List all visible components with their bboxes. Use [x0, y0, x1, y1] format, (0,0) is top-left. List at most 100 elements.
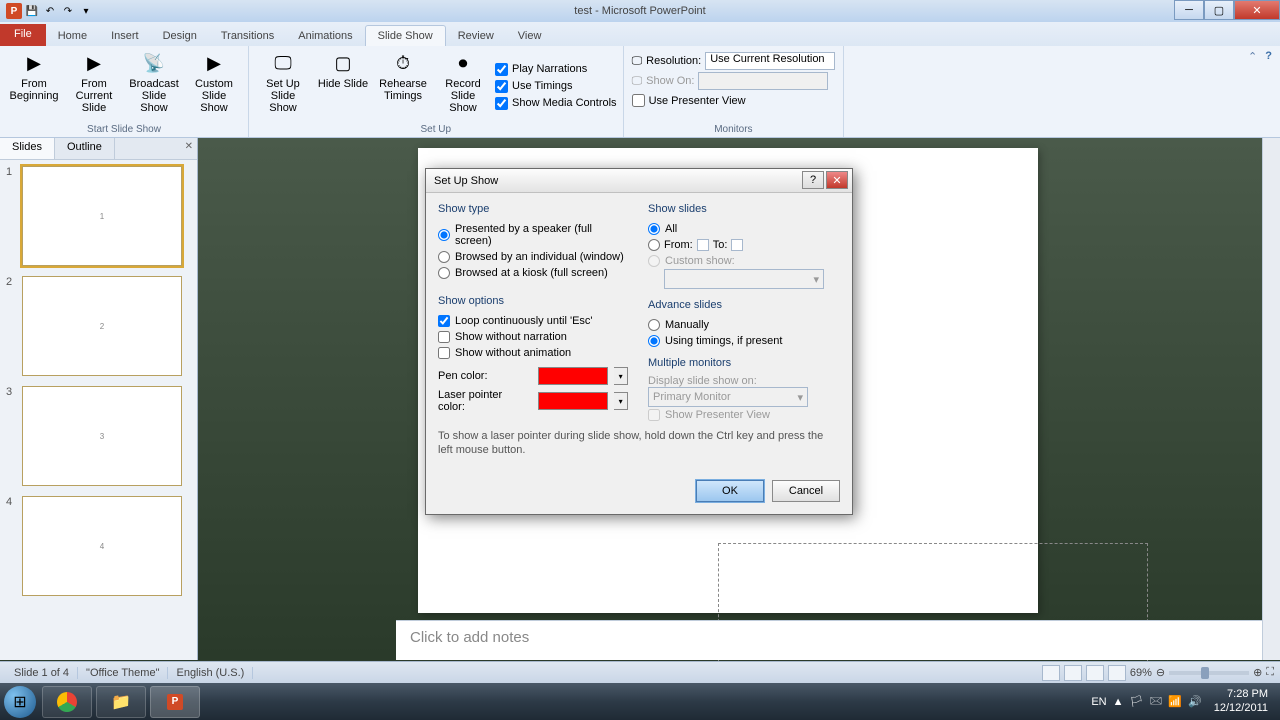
pen-color-dropdown[interactable]: ▾ — [614, 367, 628, 385]
from-current-icon: ▶ — [78, 52, 110, 76]
chrome-taskbar-button[interactable] — [42, 686, 92, 718]
minimize-button[interactable]: ─ — [1174, 0, 1204, 20]
tab-animations[interactable]: Animations — [286, 26, 364, 46]
from-beginning-icon: ▶ — [18, 52, 50, 76]
dialog-close-button[interactable]: ✕ — [826, 171, 848, 189]
monitor-combo: Primary Monitor▾ — [648, 387, 808, 407]
from-current-button[interactable]: ▶From Current Slide — [66, 50, 122, 122]
tab-design[interactable]: Design — [151, 26, 209, 46]
qat-dropdown-icon[interactable]: ▾ — [78, 3, 94, 19]
no-animation-check[interactable]: Show without animation — [438, 345, 628, 361]
presenter-view-check[interactable]: Use Presenter View — [632, 92, 836, 109]
slide-thumb-4[interactable]: 4 — [22, 496, 182, 596]
browsed-individual-radio[interactable]: Browsed by an individual (window) — [438, 249, 628, 265]
tray-network-icon[interactable]: ▲ — [1113, 696, 1124, 708]
slide-thumb-1[interactable]: 1 — [22, 166, 182, 266]
tab-insert[interactable]: Insert — [99, 26, 151, 46]
sorter-view-button[interactable] — [1064, 665, 1082, 681]
browsed-kiosk-radio[interactable]: Browsed at a kiosk (full screen) — [438, 265, 628, 281]
tray-lang[interactable]: EN — [1091, 696, 1106, 708]
show-options-label: Show options — [438, 295, 628, 307]
setup-show-button[interactable]: 🖵Set Up Slide Show — [255, 50, 311, 122]
setup-icon: 🖵 — [267, 52, 299, 76]
tray-volume-icon[interactable]: 🔊 — [1188, 695, 1202, 708]
save-icon[interactable]: 💾 — [24, 3, 40, 19]
show-on-select — [698, 72, 828, 90]
explorer-taskbar-button[interactable]: 📁 — [96, 686, 146, 718]
outline-tab[interactable]: Outline — [55, 138, 115, 159]
use-timings-check[interactable]: Use Timings — [495, 78, 617, 95]
zoom-out-button[interactable]: ⊖ — [1156, 666, 1165, 679]
slideshow-view-button[interactable] — [1108, 665, 1126, 681]
from-input[interactable] — [697, 239, 709, 251]
custom-show-button[interactable]: ▶Custom Slide Show — [186, 50, 242, 122]
dialog-titlebar[interactable]: Set Up Show ? ✕ — [426, 169, 852, 193]
notes-pane[interactable]: Click to add notes — [396, 620, 1262, 660]
quick-access-toolbar: P 💾 ↶ ↷ ▾ — [0, 1, 100, 21]
redo-icon[interactable]: ↷ — [60, 3, 76, 19]
tray-flag-icon[interactable]: 🏳 — [1130, 695, 1144, 708]
custom-show-radio: Custom show: — [648, 253, 838, 269]
minimize-ribbon-icon[interactable]: ⌃ — [1248, 50, 1257, 63]
show-media-check[interactable]: Show Media Controls — [495, 95, 617, 112]
powerpoint-taskbar-button[interactable]: P — [150, 686, 200, 718]
undo-icon[interactable]: ↶ — [42, 3, 58, 19]
ribbon: ⌃ ? ▶From Beginning ▶From Current Slide … — [0, 46, 1280, 138]
to-input[interactable] — [731, 239, 743, 251]
setup-show-dialog: Set Up Show ? ✕ Show type Presented by a… — [425, 168, 853, 515]
slide-thumb-2[interactable]: 2 — [22, 276, 182, 376]
tab-home[interactable]: Home — [46, 26, 99, 46]
tab-view[interactable]: View — [506, 26, 554, 46]
cancel-button[interactable]: Cancel — [772, 480, 840, 502]
group-start: Start Slide Show — [6, 122, 242, 135]
play-narrations-check[interactable]: Play Narrations — [495, 61, 617, 78]
tray-wifi-icon[interactable]: 📶 — [1168, 695, 1182, 708]
from-radio[interactable] — [648, 239, 660, 251]
start-button[interactable]: ⊞ — [0, 683, 40, 720]
hide-icon: ▢ — [327, 52, 359, 76]
custom-show-combo: ▾ — [664, 269, 824, 289]
all-radio[interactable]: All — [648, 221, 838, 237]
record-button[interactable]: ⏺Record Slide Show — [435, 50, 491, 122]
fit-button[interactable]: ⛶ — [1266, 666, 1274, 679]
rehearse-button[interactable]: ⏱Rehearse Timings — [375, 50, 431, 122]
help-icon[interactable]: ? — [1265, 50, 1272, 63]
laser-color-dropdown[interactable]: ▾ — [614, 392, 628, 410]
slides-tab[interactable]: Slides — [0, 138, 55, 159]
dialog-help-button[interactable]: ? — [802, 171, 824, 189]
tray-action-icon[interactable]: 🖂 — [1149, 692, 1162, 711]
slide-counter: Slide 1 of 4 — [6, 667, 78, 679]
normal-view-button[interactable] — [1042, 665, 1060, 681]
slide-thumb-3[interactable]: 3 — [22, 386, 182, 486]
maximize-button[interactable]: ▢ — [1204, 0, 1234, 20]
tab-transitions[interactable]: Transitions — [209, 26, 286, 46]
broadcast-button[interactable]: 📡Broadcast Slide Show — [126, 50, 182, 122]
pen-color-swatch[interactable] — [538, 367, 608, 385]
reading-view-button[interactable] — [1086, 665, 1104, 681]
tab-review[interactable]: Review — [446, 26, 506, 46]
tab-slideshow[interactable]: Slide Show — [365, 25, 446, 46]
ok-button[interactable]: OK — [696, 480, 764, 502]
using-timings-radio[interactable]: Using timings, if present — [648, 333, 838, 349]
no-narration-check[interactable]: Show without narration — [438, 329, 628, 345]
manually-radio[interactable]: Manually — [648, 317, 838, 333]
vertical-scrollbar[interactable] — [1262, 138, 1280, 660]
zoom-slider[interactable] — [1169, 671, 1249, 675]
show-on-label: Show On: — [646, 75, 694, 87]
panel-close-icon[interactable]: ✕ — [185, 141, 193, 152]
loop-check[interactable]: Loop continuously until 'Esc' — [438, 313, 628, 329]
file-tab[interactable]: File — [0, 24, 46, 46]
tray-clock[interactable]: 7:28 PM12/12/2011 — [1208, 688, 1274, 714]
from-beginning-button[interactable]: ▶From Beginning — [6, 50, 62, 122]
dialog-hint: To show a laser pointer during slide sho… — [438, 423, 840, 464]
zoom-level[interactable]: 69% — [1130, 667, 1152, 679]
laser-color-swatch[interactable] — [538, 392, 608, 410]
resolution-select[interactable]: Use Current Resolution — [705, 52, 835, 70]
language[interactable]: English (U.S.) — [168, 667, 253, 679]
show-presenter-check: Show Presenter View — [648, 407, 838, 423]
zoom-in-button[interactable]: ⊕ — [1253, 666, 1262, 679]
multimon-label: Multiple monitors — [648, 357, 838, 369]
close-button[interactable]: ✕ — [1234, 0, 1280, 20]
hide-slide-button[interactable]: ▢Hide Slide — [315, 50, 371, 122]
presented-radio[interactable]: Presented by a speaker (full screen) — [438, 221, 628, 249]
